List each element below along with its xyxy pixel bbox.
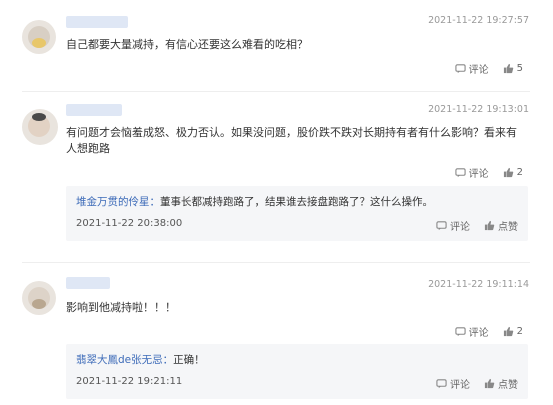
like-button[interactable]: 2 [503,167,523,178]
comment-text: 有问题才会恼羞成怒、极力否认。如果没问题，股价跌不跌对长期持有者有什么影响？看来… [66,126,517,155]
divider [22,262,530,263]
comment-bubble-icon [454,64,466,74]
comment-time: 2021-11-22 19:27:57 [428,15,529,26]
username-redacted[interactable] [66,16,128,28]
thumbs-up-icon [484,220,495,231]
thumbs-up-icon [503,63,513,74]
reply-like-label: 点赞 [498,222,518,233]
avatar-image-detail [32,38,46,48]
reply-button[interactable]: 评论 [454,61,489,76]
comment-actions: 评论 5 [454,61,523,76]
thumbs-up-icon [503,326,513,337]
comment-actions: 评论 2 [454,324,523,339]
reply-content: 翡翠大鳳de张无忌：正确！ [76,352,205,367]
avatar[interactable] [22,109,58,145]
reply-box: 堆金万贯的伶星：董事长都减持跑路了，结果谁去接盘跑路了？这什么操作。 2021-… [66,186,528,241]
comment-actions: 评论 2 [454,165,523,180]
reply-button[interactable]: 评论 [454,324,489,339]
reply-comment-label: 评论 [450,222,470,233]
like-count: 2 [516,167,523,178]
reply-comment-button[interactable]: 评论 [436,376,470,391]
reply-actions: 评论 点赞 [436,218,518,233]
reply-like-label: 点赞 [498,380,518,391]
comment-bubble-icon [454,168,466,178]
reply-author[interactable]: 堆金万贯的伶星： [76,196,160,208]
reply-like-button[interactable]: 点赞 [484,376,518,391]
like-button[interactable]: 5 [503,63,523,74]
reply-like-button[interactable]: 点赞 [484,218,518,233]
comment-text: 影响到他减持啦！！！ [66,301,176,314]
reply-comment-button[interactable]: 评论 [436,218,470,233]
username-redacted[interactable] [66,104,122,116]
reply-comment-label: 评论 [450,380,470,391]
avatar[interactable] [22,281,56,315]
reply-content: 堆金万贯的伶星：董事长都减持跑路了，结果谁去接盘跑路了？这什么操作。 [76,194,433,209]
reply-button[interactable]: 评论 [454,165,489,180]
reply-label: 评论 [468,169,489,180]
comment-time: 2021-11-22 19:13:01 [428,104,529,115]
reply-time: 2021-11-22 19:21:11 [76,376,183,387]
reply-time: 2021-11-22 20:38:00 [76,218,183,229]
reply-label: 评论 [468,328,489,339]
avatar-image-detail [32,299,46,309]
comment-time: 2021-11-22 19:11:14 [428,279,529,290]
comment-bubble-icon [454,327,466,337]
divider [22,91,530,92]
reply-author[interactable]: 翡翠大鳳de张无忌： [76,354,173,366]
like-count: 5 [516,63,523,74]
thumbs-up-icon [484,378,495,389]
reply-label: 评论 [468,65,489,76]
reply-text: 正确！ [173,354,205,366]
reply-actions: 评论 点赞 [436,376,518,391]
comment-bubble-icon [436,379,447,389]
reply-text: 董事长都减持跑路了，结果谁去接盘跑路了？这什么操作。 [160,196,433,208]
like-button[interactable]: 2 [503,326,523,337]
comment-text: 自己都要大量减持，有信心还要这么难看的吃相？ [66,38,308,51]
username-redacted[interactable] [66,277,110,289]
thumbs-up-icon [503,167,513,178]
avatar-image-detail [32,113,46,121]
like-count: 2 [516,326,523,337]
comment-bubble-icon [436,221,447,231]
avatar[interactable] [22,20,56,54]
reply-box: 翡翠大鳳de张无忌：正确！ 2021-11-22 19:21:11 评论 点赞 [66,344,528,399]
